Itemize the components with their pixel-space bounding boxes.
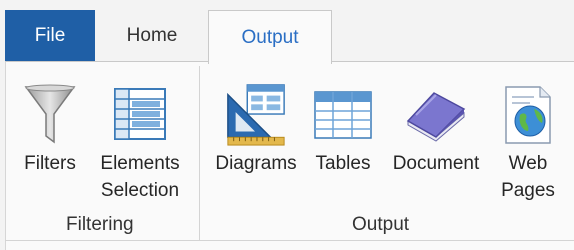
elements-selection-button[interactable]: Elements Selection bbox=[94, 80, 186, 204]
group-separator bbox=[199, 66, 200, 240]
group-label-filtering: Filtering bbox=[66, 214, 134, 235]
elements-selection-label: Elements Selection bbox=[100, 153, 180, 201]
document-label: Document bbox=[392, 153, 480, 174]
web-page-globe-icon bbox=[496, 80, 560, 150]
filters-label: Filters bbox=[24, 153, 76, 174]
web-pages-label: Web Pages bbox=[501, 153, 555, 201]
book-icon bbox=[404, 80, 468, 150]
web-pages-button[interactable]: Web Pages bbox=[492, 80, 564, 204]
tables-label: Tables bbox=[315, 153, 371, 174]
tab-home[interactable]: Home bbox=[100, 10, 204, 62]
elements-selection-icon bbox=[108, 80, 172, 150]
table-icon bbox=[311, 80, 375, 150]
diagrams-label: Diagrams bbox=[215, 153, 297, 174]
tab-file[interactable]: File bbox=[5, 10, 95, 62]
tab-output[interactable]: Output bbox=[208, 10, 332, 64]
diagrams-icon bbox=[224, 80, 288, 150]
document-button[interactable]: Document bbox=[384, 80, 488, 177]
ribbon-tab-bar: File Home Output bbox=[0, 0, 574, 64]
ribbon-bottom-border bbox=[5, 240, 574, 241]
diagrams-button[interactable]: Diagrams bbox=[208, 80, 304, 177]
funnel-icon bbox=[18, 80, 82, 150]
filters-button[interactable]: Filters bbox=[17, 80, 83, 177]
group-label-output: Output bbox=[352, 214, 410, 235]
tables-button[interactable]: Tables bbox=[310, 80, 376, 177]
